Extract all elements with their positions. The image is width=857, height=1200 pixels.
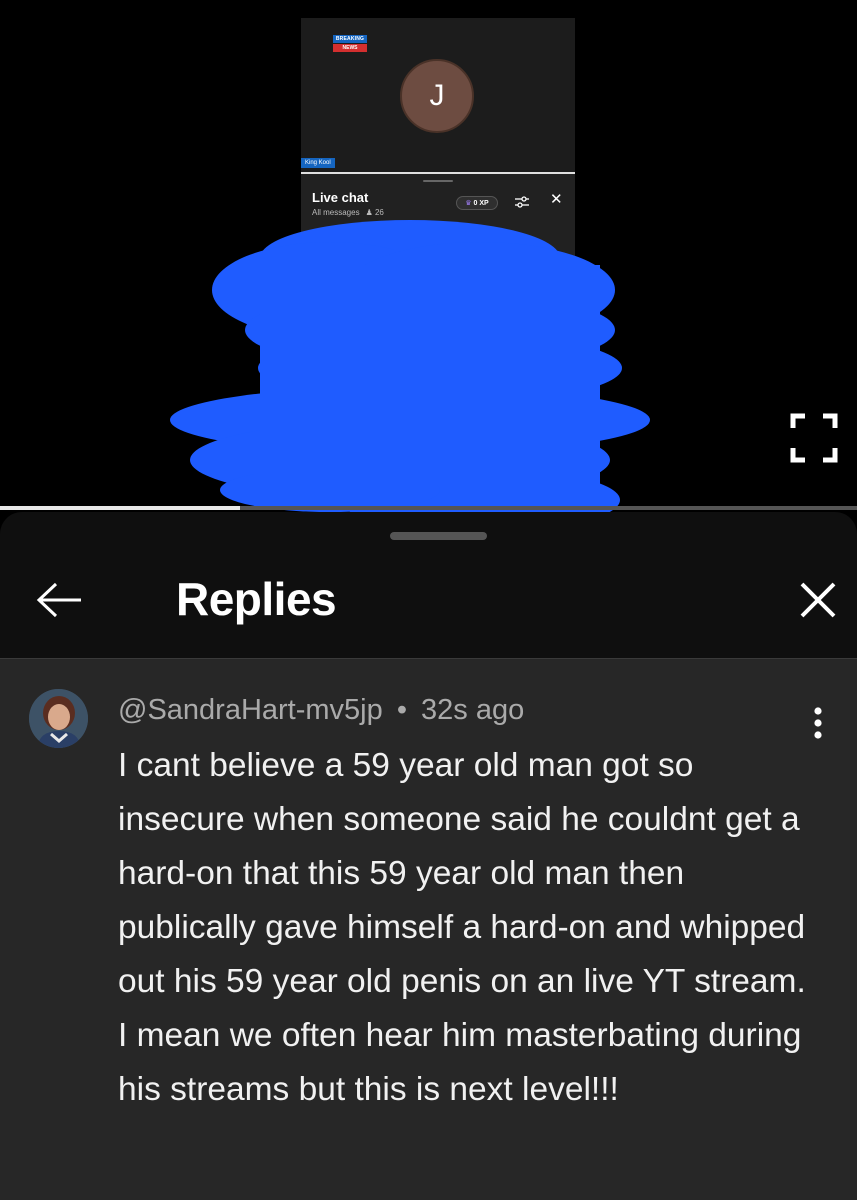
channel-tag: King Kool	[301, 158, 335, 168]
comment-meta: @SandraHart-mv5jp • 32s ago	[118, 694, 524, 727]
viewer-count: ♟ 26	[366, 208, 384, 217]
meta-separator: •	[396, 694, 407, 726]
replies-title: Replies	[176, 573, 337, 625]
comment-time: 32s ago	[421, 694, 525, 726]
live-chat-panel: Live chat All messages ♟ 26 ♛ 0 XP ✕	[301, 174, 575, 508]
live-chat-handle	[423, 180, 453, 182]
live-chat-title: Live chat	[312, 190, 369, 205]
crown-icon: ♛	[465, 200, 472, 207]
more-options-icon[interactable]	[806, 703, 830, 743]
comment-text: I cant believe a 59 year old man got so …	[118, 747, 806, 1108]
fullscreen-icon[interactable]	[790, 412, 838, 464]
xp-label: 0 XP	[473, 199, 489, 207]
commenter-avatar[interactable]	[29, 689, 88, 748]
breaking-news-logo: BREAKING NEWS	[333, 35, 367, 53]
breaking-label: BREAKING	[333, 35, 367, 43]
close-icon: ✕	[550, 191, 563, 208]
comment-item: @SandraHart-mv5jp • 32s ago I cant belie…	[0, 659, 857, 1200]
live-chat-subtitle: All messages ♟ 26	[312, 208, 384, 217]
stream-top-area: BREAKING NEWS J King Kool	[301, 18, 575, 172]
xp-badge: ♛ 0 XP	[456, 196, 498, 210]
news-label: NEWS	[333, 44, 367, 52]
phone-screen: BREAKING NEWS J King Kool Live chat All …	[0, 0, 857, 1200]
profile-photo-icon	[29, 689, 88, 748]
streamer-avatar: J	[400, 59, 474, 133]
replies-panel: Replies @SandraHart-mv5jp • 32s ago I ca…	[0, 512, 857, 1200]
viewer-count-value: 26	[374, 208, 384, 217]
close-icon[interactable]	[798, 580, 838, 620]
video-progress-bar[interactable]	[0, 506, 857, 510]
video-player[interactable]: BREAKING NEWS J King Kool Live chat All …	[0, 0, 857, 532]
comment-author[interactable]: @SandraHart-mv5jp	[118, 694, 383, 726]
back-arrow-icon[interactable]	[36, 580, 84, 620]
drag-handle[interactable]	[390, 532, 487, 540]
sliders-icon	[515, 196, 529, 208]
person-icon: ♟	[365, 208, 373, 217]
video-progress-fill	[0, 506, 240, 510]
live-chat-filter: All messages	[312, 208, 360, 217]
stream-screenshare: BREAKING NEWS J King Kool Live chat All …	[301, 18, 575, 508]
